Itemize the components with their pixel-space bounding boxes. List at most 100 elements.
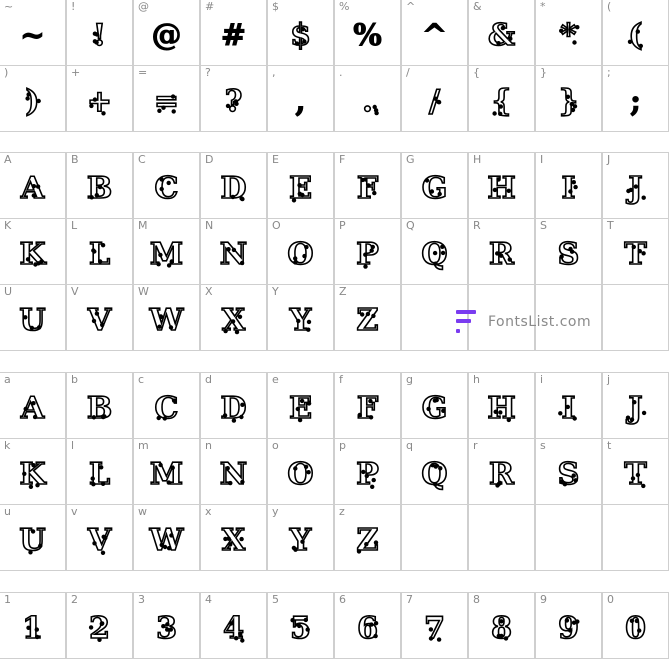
glyph-sample: Y — [289, 522, 312, 559]
glyph-sample: ! — [92, 17, 107, 54]
glyph-key-label: I — [540, 153, 544, 166]
glyph-cell-digit-4: 44 — [200, 592, 267, 659]
glyph-key-label: ~ — [4, 0, 14, 13]
glyph-key-label: d — [205, 373, 212, 386]
glyph-key-label: S — [540, 219, 547, 232]
glyph-cell-paren-open: (( — [602, 0, 669, 66]
glyph-key-label: K — [4, 219, 12, 232]
glyph-key-label: # — [205, 0, 215, 13]
glyph-sample: Q — [421, 236, 449, 273]
glyph-sample: D — [220, 390, 248, 427]
glyph-key-label: M — [138, 219, 148, 232]
glyph-key-label: E — [272, 153, 279, 166]
glyph-key-label: ) — [4, 66, 9, 79]
glyph-key-label: J — [607, 153, 611, 166]
glyph-cell-percent: %% — [334, 0, 401, 66]
glyph-sample: * — [560, 17, 577, 54]
glyph-cell-upper-u: UU — [0, 284, 66, 351]
glyph-sample: 2 — [88, 610, 110, 647]
glyph-key-label: X — [205, 285, 213, 298]
glyph-sample: Z — [356, 522, 380, 559]
glyph-key-label: 6 — [339, 593, 346, 606]
glyph-key-label: l — [71, 439, 75, 452]
glyph-key-label: q — [406, 439, 413, 452]
glyph-key-label: F — [339, 153, 346, 166]
glyph-cell-upper-q: QQ — [401, 218, 468, 285]
glyph-sample: / — [428, 83, 441, 120]
glyph-key-label: p — [339, 439, 346, 452]
glyph-sample: ~ — [19, 18, 46, 54]
glyph-cell-question: ?? — [200, 65, 267, 132]
glyph-cell-plus: + + — [66, 65, 133, 132]
glyph-key-label: Y — [272, 285, 279, 298]
glyph-cell-upper-v: VV — [66, 284, 133, 351]
glyph-cell-lower-x: xX — [200, 504, 267, 571]
glyph-cell-upper-m: MM — [133, 218, 200, 285]
glyph-key-label: . — [339, 66, 343, 79]
glyph-key-label: H — [473, 153, 482, 166]
glyph-cell-lower-u: uU — [0, 504, 66, 571]
glyph-cell-lower-d: dD — [200, 372, 267, 439]
glyph-cell-hash: # # — [200, 0, 267, 66]
empty-cell — [401, 504, 468, 571]
glyph-cell-digit-6: 66 — [334, 592, 401, 659]
brand-text: FontsList.com — [488, 314, 592, 330]
glyph-sample: L — [88, 236, 111, 273]
glyph-key-label: C — [138, 153, 146, 166]
glyph-cell-upper-w: WW — [133, 284, 200, 351]
glyph-cell-upper-j: JJ — [602, 152, 669, 219]
glyph-sample: . — [361, 83, 373, 120]
glyph-cell-lower-g: gG — [401, 372, 468, 439]
glyph-sample: { — [491, 83, 512, 120]
glyph-sample: B — [86, 170, 113, 207]
glyph-sample: ^ — [421, 18, 448, 54]
glyph-key-label: $ — [272, 0, 279, 13]
glyph-sample: } — [558, 83, 579, 120]
glyph-sample: F — [356, 170, 379, 207]
glyph-cell-exclamation: !! — [66, 0, 133, 66]
glyph-sample: I — [561, 390, 577, 427]
glyph-key-label: Z — [339, 285, 347, 298]
glyph-key-label: Q — [406, 219, 415, 232]
empty-cell — [602, 504, 669, 571]
glyph-key-label: } — [540, 66, 547, 79]
glyph-sample: S — [557, 456, 580, 493]
glyph-key-label: { — [473, 66, 480, 79]
glyph-cell-tilde: ~ ~ — [0, 0, 66, 66]
glyph-key-label: h — [473, 373, 480, 386]
glyph-sample: C — [154, 170, 179, 207]
glyph-cell-lower-y: yY — [267, 504, 334, 571]
glyph-sample: H — [487, 170, 517, 207]
glyph-sample: # — [220, 18, 247, 54]
glyph-sample: 4 — [222, 610, 244, 647]
glyph-key-label: ^ — [406, 0, 416, 13]
glyph-key-label: z — [339, 505, 345, 518]
glyph-cell-lower-a: aA — [0, 372, 66, 439]
glyph-key-label: / — [406, 66, 410, 79]
glyph-cell-period: .. — [334, 65, 401, 132]
glyph-sample: A — [20, 170, 45, 207]
glyph-key-label: x — [205, 505, 212, 518]
glyph-sample: 6 — [356, 610, 378, 647]
glyph-key-label: V — [71, 285, 79, 298]
glyph-sample: H — [487, 390, 517, 427]
glyph-key-label: a — [4, 373, 11, 386]
glyph-sample: 3 — [155, 610, 177, 647]
fontslist-brand[interactable]: FontsList.com — [456, 310, 591, 334]
glyph-sample: S — [557, 236, 580, 273]
glyph-key-label: + — [71, 66, 81, 79]
glyph-key-label: 9 — [540, 593, 547, 606]
glyph-cell-brace-open: {{ — [468, 65, 535, 132]
glyph-sample: F — [356, 390, 379, 427]
glyph-cell-digit-2: 22 — [66, 592, 133, 659]
glyph-cell-upper-p: PP — [334, 218, 401, 285]
glyph-key-label: 4 — [205, 593, 212, 606]
glyph-sample: K — [19, 456, 47, 493]
glyph-sample: E — [288, 170, 312, 207]
glyph-sample: , — [295, 84, 306, 120]
glyph-key-label: O — [272, 219, 281, 232]
glyph-key-label: t — [607, 439, 612, 452]
glyph-sample: G — [421, 170, 448, 207]
glyph-cell-lower-o: oO — [267, 438, 334, 505]
empty-cell — [468, 504, 535, 571]
